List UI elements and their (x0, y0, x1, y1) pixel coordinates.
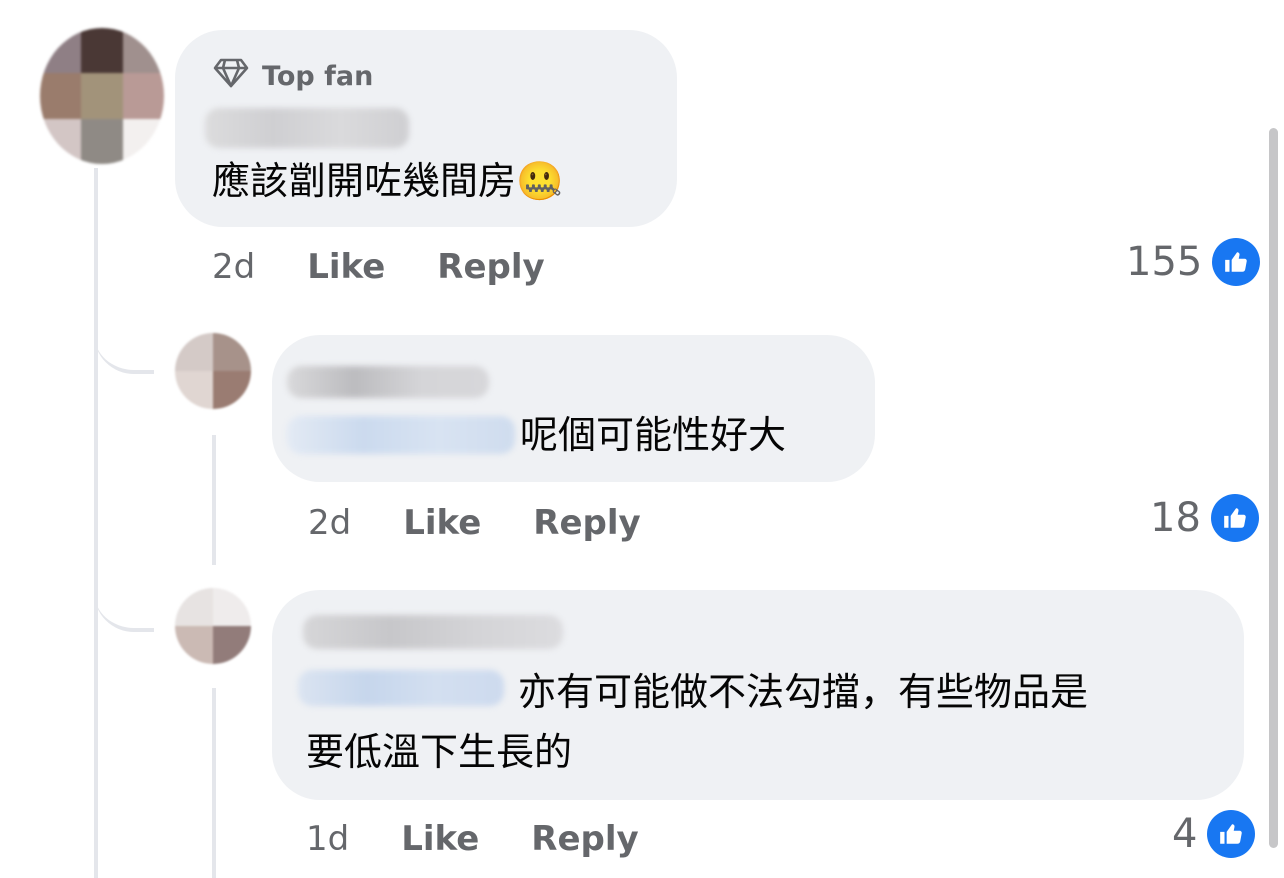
reaction-count: 18 (1150, 495, 1201, 541)
avatar[interactable] (40, 28, 164, 164)
thread-connector-reply-1 (94, 300, 154, 374)
comment-text-line-1: 亦有可能做不法勾擋，有些物品是 (518, 670, 1089, 714)
comment-text-line-2: 要低溫下生長的 (306, 730, 573, 774)
like-button[interactable]: Like (307, 247, 385, 287)
scrollbar[interactable] (1269, 128, 1278, 848)
reply-button[interactable]: Reply (531, 819, 638, 859)
reaction-summary[interactable]: 155 (1126, 236, 1261, 288)
reaction-summary[interactable]: 18 (1150, 492, 1259, 544)
timestamp[interactable]: 2d (212, 247, 255, 287)
comment-actions: 1d Like Reply (306, 814, 691, 864)
author-name[interactable] (303, 615, 563, 649)
thumbs-up-icon (1210, 494, 1259, 542)
comment-text: 呢個可能性好大 (520, 413, 787, 457)
diamond-icon (212, 57, 250, 96)
reply-button[interactable]: Reply (533, 503, 640, 543)
reaction-count: 155 (1126, 239, 1203, 285)
thumbs-up-icon (1207, 810, 1256, 858)
top-fan-badge: Top fan (212, 56, 373, 96)
thumbs-up-icon (1212, 238, 1261, 286)
mention-tag[interactable] (287, 416, 515, 454)
avatar[interactable] (175, 588, 251, 664)
timestamp[interactable]: 2d (308, 503, 351, 543)
reaction-count: 4 (1172, 811, 1198, 857)
author-name[interactable] (205, 108, 409, 148)
thread-line-replies-2 (212, 688, 216, 878)
timestamp[interactable]: 1d (306, 819, 349, 859)
avatar[interactable] (175, 333, 251, 409)
zipper-mouth-emoji: 🤐 (516, 159, 564, 203)
thread-line-replies (212, 435, 216, 565)
reaction-summary[interactable]: 4 (1172, 808, 1256, 860)
badge-label: Top fan (262, 60, 374, 92)
author-name[interactable] (287, 366, 489, 398)
like-button[interactable]: Like (403, 503, 481, 543)
comment-actions: 2d Like Reply (212, 242, 597, 292)
like-button[interactable]: Like (401, 819, 479, 859)
thread-line-main (94, 168, 98, 878)
thread-connector-reply-2 (94, 560, 154, 632)
mention-tag[interactable] (298, 670, 504, 706)
comment-actions: 2d Like Reply (308, 498, 693, 548)
reply-button[interactable]: Reply (437, 247, 544, 287)
comment-text: 應該劏開咗幾間房🤐 (212, 159, 564, 203)
